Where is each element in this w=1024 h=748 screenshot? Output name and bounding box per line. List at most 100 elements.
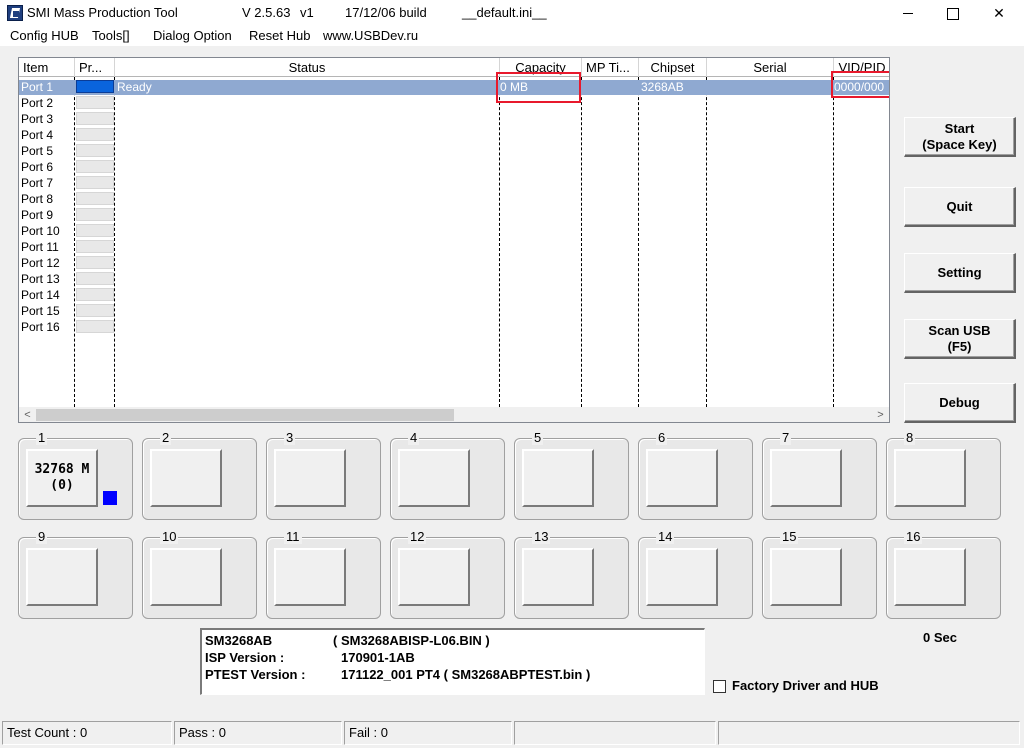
col-chipset[interactable]: Chipset bbox=[639, 58, 707, 77]
port-progress bbox=[76, 304, 114, 317]
title-bar: SMI Mass Production Tool V 2.5.63 v1 17/… bbox=[0, 0, 1024, 26]
port-row-label[interactable]: Port 9 bbox=[21, 207, 53, 223]
port-status-button[interactable] bbox=[274, 548, 346, 606]
port-panel-number: 6 bbox=[656, 430, 668, 445]
debug-button[interactable]: Debug bbox=[904, 383, 1016, 423]
port-panel-number: 2 bbox=[160, 430, 172, 445]
port-panel: 6 bbox=[638, 430, 753, 520]
port-status-button[interactable] bbox=[26, 548, 98, 606]
version-number: v1 bbox=[300, 5, 314, 20]
port-panel-number: 11 bbox=[284, 529, 302, 544]
port-status-button[interactable] bbox=[894, 449, 966, 507]
port-status-button[interactable] bbox=[398, 449, 470, 507]
port-row-label[interactable]: Port 2 bbox=[21, 95, 53, 111]
port-row-label[interactable]: Port 4 bbox=[21, 127, 53, 143]
port-row-label[interactable]: Port 5 bbox=[21, 143, 53, 159]
menu-tools[interactable]: Tools[] bbox=[92, 28, 130, 43]
port-panel: 14 bbox=[638, 529, 753, 619]
port-row-label[interactable]: Port 14 bbox=[21, 287, 60, 303]
port-status-button[interactable] bbox=[522, 548, 594, 606]
menu-reset-hub[interactable]: Reset Hub bbox=[249, 28, 310, 43]
port-panel-number: 13 bbox=[532, 529, 551, 544]
port-row-label[interactable]: Port 16 bbox=[21, 319, 60, 335]
port-panel-number: 7 bbox=[780, 430, 792, 445]
port-row-label[interactable]: Port 3 bbox=[21, 111, 53, 127]
port-status-button[interactable] bbox=[646, 449, 718, 507]
scan-usb-button[interactable]: Scan USB (F5) bbox=[904, 319, 1016, 359]
menu-config-hub[interactable]: Config HUB bbox=[10, 28, 79, 43]
highlight-capacity bbox=[496, 72, 581, 103]
factory-driver-checkbox[interactable] bbox=[713, 680, 726, 693]
row1-status: Ready bbox=[117, 80, 152, 94]
scroll-right-icon[interactable]: > bbox=[872, 407, 889, 422]
scroll-thumb[interactable] bbox=[36, 409, 454, 421]
port-row-label[interactable]: Port 7 bbox=[21, 175, 53, 191]
port-row-label[interactable]: Port 10 bbox=[21, 223, 60, 239]
col-item[interactable]: Item bbox=[19, 58, 75, 77]
menu-dialog-option[interactable]: Dialog Option bbox=[153, 28, 232, 43]
port-row-label[interactable]: Port 15 bbox=[21, 303, 60, 319]
port-status-button[interactable] bbox=[522, 449, 594, 507]
port-panel: 10 bbox=[142, 529, 257, 619]
port-status-button[interactable] bbox=[770, 449, 842, 507]
col-progress[interactable]: Pr... bbox=[75, 58, 115, 77]
scroll-left-icon[interactable]: < bbox=[19, 407, 36, 422]
quit-button[interactable]: Quit bbox=[904, 187, 1016, 227]
port-status-button[interactable]: 32768 M (0) bbox=[26, 449, 98, 507]
port-progress bbox=[76, 80, 114, 93]
minimize-button[interactable] bbox=[885, 0, 931, 26]
port-row-label[interactable]: Port 1 bbox=[21, 79, 53, 95]
ini-file: __default.ini__ bbox=[462, 5, 547, 20]
column-divider bbox=[638, 77, 639, 407]
menu-website[interactable]: www.USBDev.ru bbox=[323, 28, 418, 43]
port-status-button[interactable] bbox=[646, 548, 718, 606]
port-panel: 8 bbox=[886, 430, 1001, 520]
start-button[interactable]: Start (Space Key) bbox=[904, 117, 1016, 157]
port-row-label[interactable]: Port 6 bbox=[21, 159, 53, 175]
port-progress bbox=[76, 224, 114, 237]
status-pane-empty bbox=[514, 721, 716, 745]
col-status[interactable]: Status bbox=[115, 58, 500, 77]
column-divider bbox=[581, 77, 582, 407]
status-pane-empty bbox=[718, 721, 1020, 745]
port-progress bbox=[76, 160, 114, 173]
port-row-label[interactable]: Port 8 bbox=[21, 191, 53, 207]
port-list[interactable]: Item Pr... Status Capacity MP Ti... Chip… bbox=[18, 57, 890, 423]
port-progress bbox=[76, 144, 114, 157]
port-progress bbox=[76, 112, 114, 125]
port-panel: 5 bbox=[514, 430, 629, 520]
close-button[interactable]: ✕ bbox=[976, 0, 1022, 26]
isp-label: ISP Version : bbox=[205, 650, 285, 665]
horizontal-scrollbar[interactable]: < > bbox=[19, 407, 889, 422]
port-panel: 13 bbox=[514, 529, 629, 619]
port-panel: 11 bbox=[266, 529, 381, 619]
port-row-label[interactable]: Port 12 bbox=[21, 255, 60, 271]
port-progress bbox=[76, 96, 114, 109]
port-status-button[interactable] bbox=[150, 449, 222, 507]
factory-driver-label[interactable]: Factory Driver and HUB bbox=[732, 678, 879, 693]
port-panel: 12 bbox=[390, 529, 505, 619]
chip-model: SM3268AB bbox=[205, 633, 273, 648]
port-panel-number: 3 bbox=[284, 430, 296, 445]
port-status-button[interactable] bbox=[150, 548, 222, 606]
elapsed-timer: 0 Sec bbox=[923, 630, 957, 645]
port-panel-number: 4 bbox=[408, 430, 420, 445]
column-divider bbox=[833, 77, 834, 407]
port-panel-number: 9 bbox=[36, 529, 48, 544]
port-progress bbox=[76, 288, 114, 301]
port-row-label[interactable]: Port 13 bbox=[21, 271, 60, 287]
col-mp-time[interactable]: MP Ti... bbox=[582, 58, 639, 77]
port-status-button[interactable] bbox=[770, 548, 842, 606]
port-progress bbox=[76, 320, 114, 333]
col-serial[interactable]: Serial bbox=[707, 58, 834, 77]
maximize-button[interactable] bbox=[930, 0, 976, 26]
isp-file: ( SM3268ABISP-L06.BIN ) bbox=[333, 633, 490, 648]
app-title: SMI Mass Production Tool bbox=[27, 5, 178, 20]
setting-button[interactable]: Setting bbox=[904, 253, 1016, 293]
port-row-label[interactable]: Port 11 bbox=[21, 239, 59, 255]
port-status-button[interactable] bbox=[274, 449, 346, 507]
fail-count: Fail : 0 bbox=[344, 721, 512, 745]
port-status-button[interactable] bbox=[398, 548, 470, 606]
port-status-button[interactable] bbox=[894, 548, 966, 606]
port-progress bbox=[76, 192, 114, 205]
